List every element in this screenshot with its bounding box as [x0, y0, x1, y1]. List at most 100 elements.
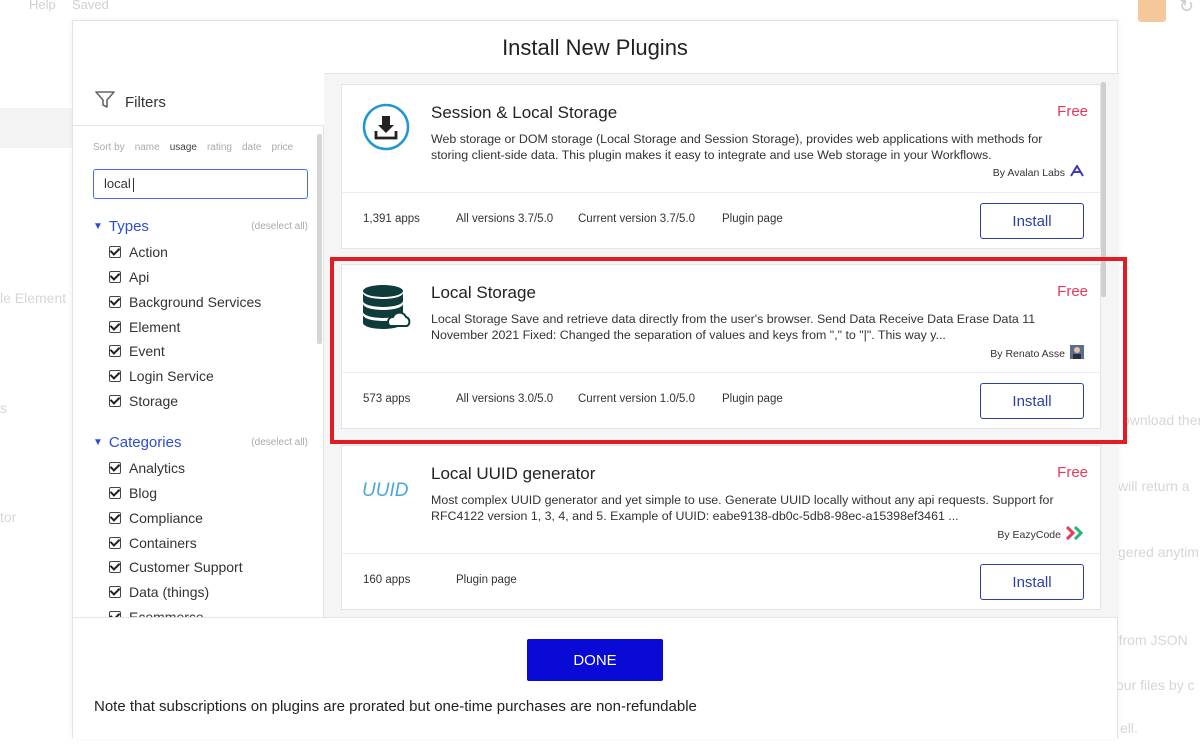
- install-button[interactable]: Install: [980, 383, 1084, 419]
- type-checkbox-element[interactable]: Element: [109, 319, 180, 335]
- author-name: By Avalan Labs: [992, 166, 1065, 179]
- plugin-list: Session & Local Storage Free Web storage…: [324, 73, 1119, 617]
- modal-footer: DONE Note that subscriptions on plugins …: [73, 617, 1117, 739]
- background-text: gered anytim: [1118, 544, 1199, 560]
- plugin-current-version-rating: Current version 1.0/5.0: [578, 393, 695, 405]
- checkbox-checked-icon: [109, 271, 121, 283]
- plugin-page-link[interactable]: Plugin page: [456, 574, 517, 586]
- plugin-author: By EazyCode: [997, 525, 1084, 543]
- filters-sidebar: Filters Sort by name usage rating date p…: [73, 73, 324, 617]
- background-topbar: Help Saved: [0, 0, 1200, 14]
- filters-header: Filters: [95, 91, 166, 113]
- plugin-all-versions-rating: All versions 3.0/5.0: [456, 393, 554, 405]
- plugin-name[interactable]: Session & Local Storage: [431, 103, 617, 123]
- plugin-card-session-local-storage: Session & Local Storage Free Web storage…: [341, 84, 1101, 249]
- background-text: ' from JSON: [1112, 632, 1188, 648]
- background-text: tor: [0, 509, 17, 525]
- type-checkbox-background-services[interactable]: Background Services: [109, 294, 261, 310]
- type-checkbox-api[interactable]: Api: [109, 269, 149, 285]
- categories-deselect-all[interactable]: (deselect all): [251, 437, 308, 448]
- types-deselect-all[interactable]: (deselect all): [251, 221, 308, 232]
- plugin-card-header: Session & Local Storage Free Web storage…: [342, 85, 1100, 193]
- done-button[interactable]: DONE: [527, 639, 663, 681]
- plugin-name[interactable]: Local UUID generator: [431, 464, 595, 484]
- plugin-author: By Renato Asse: [990, 345, 1084, 362]
- plugin-name[interactable]: Local Storage: [431, 283, 536, 303]
- category-label: Customer Support: [129, 559, 243, 575]
- plugin-card-local-uuid-generator: UUID Local UUID generator Free Most comp…: [341, 445, 1101, 610]
- checkbox-checked-icon: [109, 462, 121, 474]
- types-label: Types: [108, 218, 149, 235]
- category-label: Ecommerce: [129, 609, 204, 617]
- category-checkbox-containers[interactable]: Containers: [109, 535, 197, 551]
- install-plugins-modal: Install New Plugins Filters Sort by name…: [72, 20, 1119, 739]
- background-menu-help: Help: [29, 0, 56, 12]
- type-label: Action: [129, 244, 168, 260]
- category-checkbox-analytics[interactable]: Analytics: [109, 460, 185, 476]
- plugin-card-header: UUID Local UUID generator Free Most comp…: [342, 446, 1100, 554]
- category-checkbox-compliance[interactable]: Compliance: [109, 510, 203, 526]
- sidebar-scrollbar[interactable]: [317, 134, 322, 344]
- plugin-price: Free: [1057, 283, 1088, 300]
- category-checkbox-blog[interactable]: Blog: [109, 485, 157, 501]
- install-button[interactable]: Install: [980, 564, 1084, 600]
- uuid-logo-icon: UUID: [360, 462, 412, 514]
- refund-note: Note that subscriptions on plugins are p…: [94, 698, 697, 715]
- background-text: le Element: [0, 290, 67, 306]
- plugin-list-scrollbar[interactable]: [1101, 82, 1106, 297]
- sort-option-date[interactable]: date: [242, 142, 261, 153]
- checkbox-checked-icon: [109, 321, 121, 333]
- category-checkbox-data-things[interactable]: Data (things): [109, 584, 209, 600]
- search-input-value: local: [104, 176, 131, 191]
- eazycode-logo-icon: [1065, 525, 1084, 543]
- text-caret: [132, 177, 134, 192]
- type-checkbox-storage[interactable]: Storage: [109, 393, 178, 409]
- plugin-app-count: 1,391 apps: [363, 213, 420, 225]
- avalan-labs-logo-icon: [1070, 164, 1084, 180]
- sort-option-price[interactable]: price: [271, 142, 293, 153]
- plugin-price: Free: [1057, 464, 1088, 481]
- plugin-author: By Avalan Labs: [992, 164, 1084, 180]
- modal-title: Install New Plugins: [502, 35, 688, 60]
- type-checkbox-event[interactable]: Event: [109, 343, 165, 359]
- background-text: ell.: [1120, 720, 1138, 736]
- filters-panel: Sort by name usage rating date price loc…: [73, 125, 324, 617]
- plugin-page-link[interactable]: Plugin page: [722, 393, 783, 405]
- categories-label: Categories: [108, 434, 182, 451]
- author-avatar-icon: [1070, 345, 1084, 362]
- types-section-header[interactable]: ▼ Types (deselect all): [93, 218, 308, 235]
- collapse-triangle-icon: ▼: [93, 437, 103, 448]
- plugin-description: Web storage or DOM storage (Local Storag…: [431, 132, 1043, 162]
- sort-option-name[interactable]: name: [135, 142, 160, 153]
- checkbox-checked-icon: [109, 537, 121, 549]
- plugin-app-count: 160 apps: [363, 574, 411, 586]
- plugin-card-header: Local Storage Free Local Storage Save an…: [342, 265, 1100, 373]
- plugin-card-footer: 160 apps Plugin page Install: [342, 554, 1100, 610]
- checkbox-checked-icon: [109, 246, 121, 258]
- background-panel: [0, 108, 72, 148]
- plugin-all-versions-rating: All versions 3.7/5.0: [456, 213, 554, 225]
- sort-by-row: Sort by name usage rating date price: [93, 142, 293, 153]
- download-icon: [360, 101, 412, 153]
- plugin-search-input[interactable]: local: [93, 169, 308, 199]
- plugin-page-link[interactable]: Plugin page: [722, 213, 783, 225]
- install-button[interactable]: Install: [980, 203, 1084, 239]
- checkbox-checked-icon: [109, 487, 121, 499]
- filters-title: Filters: [125, 93, 166, 111]
- sort-option-usage[interactable]: usage: [170, 142, 197, 153]
- background-text: ownload ther: [1122, 412, 1200, 428]
- type-checkbox-login-service[interactable]: Login Service: [109, 368, 214, 384]
- author-name: By EazyCode: [997, 528, 1061, 541]
- type-label: Element: [129, 319, 181, 335]
- category-checkbox-customer-support[interactable]: Customer Support: [109, 559, 243, 575]
- type-checkbox-action[interactable]: Action: [109, 244, 168, 260]
- plugin-card-local-storage: Local Storage Free Local Storage Save an…: [341, 264, 1101, 429]
- sort-by-label: Sort by: [93, 142, 125, 153]
- sort-option-rating[interactable]: rating: [207, 142, 232, 153]
- plugin-description: Local Storage Save and retrieve data dir…: [431, 312, 1036, 342]
- svg-text:UUID: UUID: [362, 480, 409, 501]
- background-undo-icon: ↻: [1178, 0, 1194, 16]
- background-text: our files by c: [1116, 677, 1195, 693]
- category-checkbox-ecommerce[interactable]: Ecommerce: [109, 609, 204, 617]
- categories-section-header[interactable]: ▼ Categories (deselect all): [93, 434, 308, 451]
